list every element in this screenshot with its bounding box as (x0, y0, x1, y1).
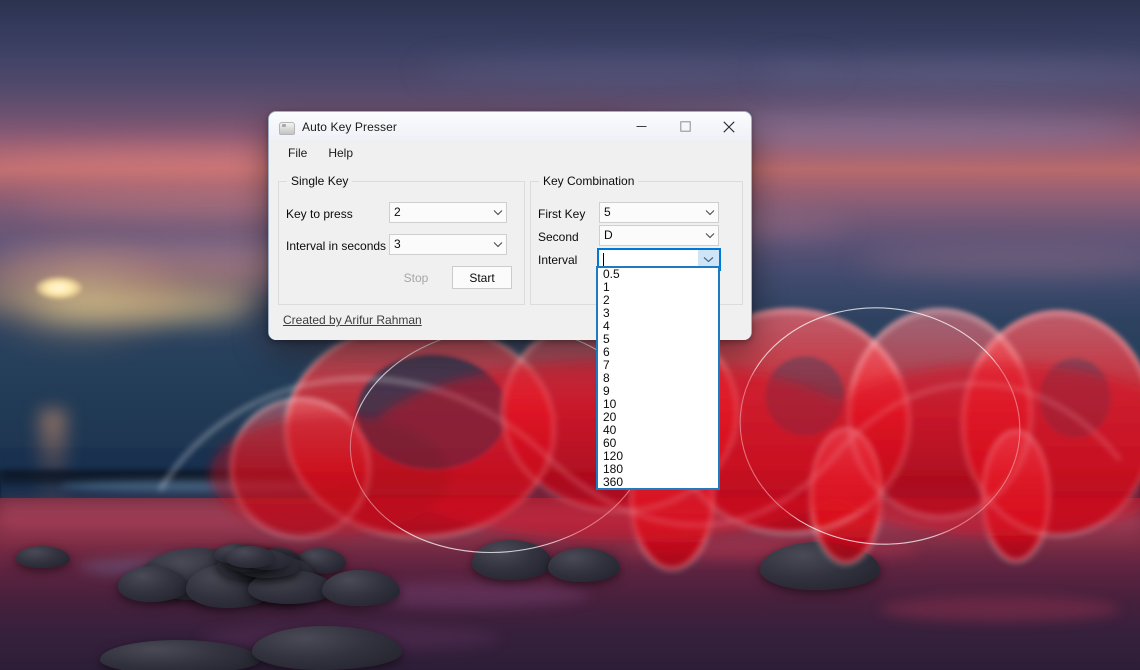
dropdown-option[interactable]: 10 (598, 398, 718, 411)
single-key-interval-value: 3 (394, 237, 401, 251)
rock (16, 546, 70, 568)
dropdown-option[interactable]: 4 (598, 320, 718, 333)
dropdown-option[interactable]: 1 (598, 281, 718, 294)
app-icon (278, 119, 295, 135)
credit-link[interactable]: Created by Arifur Rahman (283, 313, 422, 327)
dropdown-option[interactable]: 5 (598, 333, 718, 346)
menu-bar: File Help (269, 142, 751, 164)
key-combination-legend: Key Combination (539, 174, 639, 188)
minimize-icon[interactable] (619, 112, 663, 141)
dropdown-option[interactable]: 3 (598, 307, 718, 320)
single-key-legend: Single Key (287, 174, 353, 188)
dropdown-option[interactable]: 7 (598, 359, 718, 372)
surf-line (60, 480, 340, 492)
sun (36, 277, 82, 299)
second-key-value: D (604, 228, 613, 242)
interval-in-seconds-label: Interval in seconds (286, 239, 387, 253)
single-key-interval-combo[interactable]: 3 (389, 234, 507, 255)
sand-sheen (0, 500, 1140, 548)
interval-dropdown-list[interactable]: 0.5 1 2 3 4 5 6 7 8 9 10 20 40 60 120 180 360 (596, 266, 720, 490)
rock (226, 546, 276, 568)
start-button[interactable]: Start (452, 266, 512, 289)
menu-item-file[interactable]: File (279, 143, 316, 163)
menu-item-help[interactable]: Help (319, 143, 362, 163)
chevron-down-icon[interactable] (701, 209, 718, 216)
dropdown-option[interactable]: 9 (598, 385, 718, 398)
first-key-combo[interactable]: 5 (599, 202, 719, 223)
maximize-icon[interactable] (663, 112, 707, 141)
stop-button[interactable]: Stop (387, 266, 445, 289)
dropdown-option[interactable]: 2 (598, 294, 718, 307)
dropdown-option[interactable]: 360 (598, 476, 718, 489)
rock (548, 548, 620, 582)
window-controls (619, 112, 751, 141)
chevron-down-icon[interactable] (489, 209, 506, 216)
chevron-down-icon[interactable] (701, 232, 718, 239)
window-title: Auto Key Presser (302, 119, 397, 134)
chevron-down-icon[interactable] (489, 241, 506, 248)
dropdown-option[interactable]: 8 (598, 372, 718, 385)
dropdown-option[interactable]: 20 (598, 411, 718, 424)
second-key-label: Second (538, 230, 579, 244)
key-to-press-value: 2 (394, 205, 401, 219)
dropdown-option[interactable]: 6 (598, 346, 718, 359)
second-key-combo[interactable]: D (599, 225, 719, 246)
dropdown-option[interactable]: 40 (598, 424, 718, 437)
tide-pool (880, 596, 1120, 622)
first-key-value: 5 (604, 205, 611, 219)
key-to-press-label: Key to press (286, 207, 353, 221)
text-caret (603, 252, 604, 267)
key-combination-interval-label: Interval (538, 253, 578, 267)
dropdown-option[interactable]: 0.5 (598, 268, 718, 281)
close-icon[interactable] (707, 112, 751, 141)
title-bar[interactable]: Auto Key Presser (269, 112, 751, 142)
cloud-band (420, 60, 840, 82)
first-key-label: First Key (538, 207, 586, 221)
key-to-press-combo[interactable]: 2 (389, 202, 507, 223)
